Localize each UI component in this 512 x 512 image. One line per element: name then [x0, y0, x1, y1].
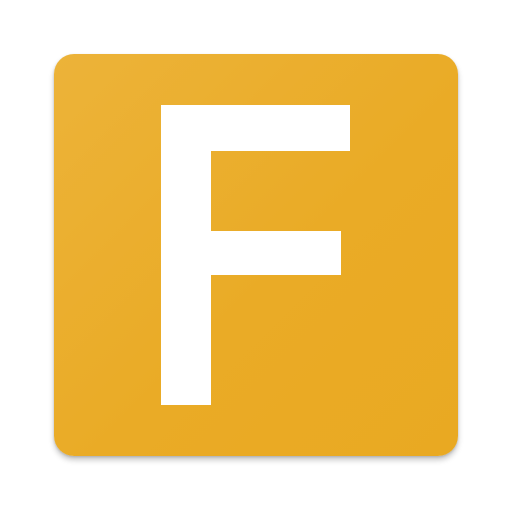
letter-f-middle-bar: [161, 231, 341, 275]
letter-f-icon: [161, 105, 350, 405]
letter-f-top-bar: [161, 105, 350, 151]
app-icon[interactable]: [54, 54, 458, 456]
letter-f-glyph: [161, 105, 350, 405]
icon-canvas: [0, 0, 512, 512]
